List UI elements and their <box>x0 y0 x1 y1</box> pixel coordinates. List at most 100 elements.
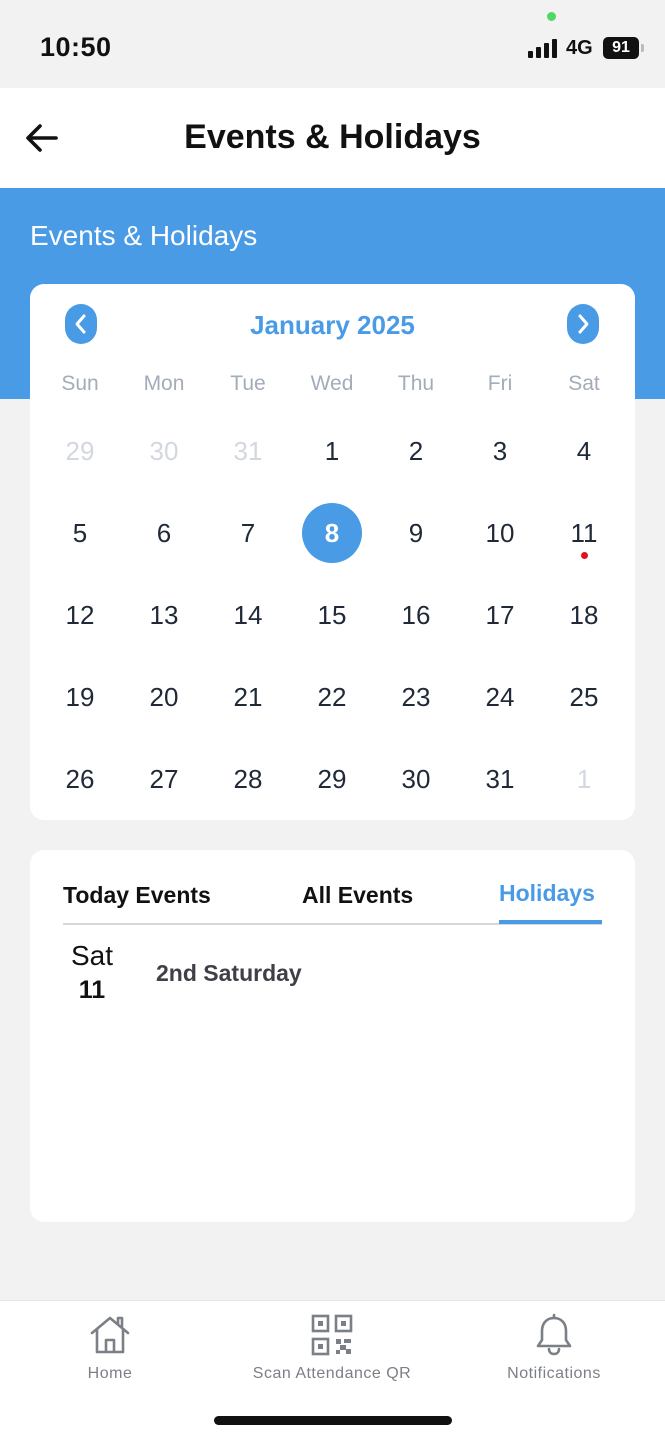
calendar-day[interactable]: 29 <box>290 738 374 820</box>
calendar-day[interactable]: 26 <box>38 738 122 820</box>
calendar-day[interactable]: 11 <box>542 492 626 574</box>
calendar-day[interactable]: 3 <box>458 410 542 492</box>
weekday-label: Fri <box>487 372 513 395</box>
calendar-day[interactable]: 23 <box>374 656 458 738</box>
status-bar: 10:50 4G 91 <box>0 0 665 88</box>
calendar-day-number: 1 <box>576 763 592 794</box>
calendar-day[interactable]: 19 <box>38 656 122 738</box>
network-label: 4G <box>566 37 593 59</box>
calendar-day-number: 2 <box>408 435 424 466</box>
calendar-day-number: 8 <box>302 503 362 563</box>
calendar-day-number: 31 <box>485 763 515 794</box>
calendar-day[interactable]: 24 <box>458 656 542 738</box>
events-card: Today Events All Events Holidays Sat 11 … <box>30 850 635 1222</box>
calendar-day-number: 15 <box>317 599 347 630</box>
weekday-label: Thu <box>397 372 435 395</box>
calendar-day[interactable]: 16 <box>374 574 458 656</box>
weekday-header: Sun Mon Tue Wed Thu Fri Sat <box>38 372 626 398</box>
calendar-day-number: 7 <box>240 517 256 548</box>
calendar-day-number: 23 <box>401 681 431 712</box>
calendar-day-number: 12 <box>65 599 95 630</box>
calendar-day-number: 4 <box>576 435 592 466</box>
calendar-day[interactable]: 7 <box>206 492 290 574</box>
weekday-label: Sat <box>568 372 600 395</box>
calendar-day-number: 5 <box>72 517 88 548</box>
tab-today-events[interactable]: Today Events <box>63 882 211 925</box>
calendar-day-number: 30 <box>149 435 179 466</box>
calendar-day-number: 21 <box>233 681 263 712</box>
calendar-day[interactable]: 15 <box>290 574 374 656</box>
calendar-day-number: 19 <box>65 681 95 712</box>
calendar-day-number: 29 <box>65 435 95 466</box>
battery-tip <box>641 44 644 52</box>
calendar-day-number: 30 <box>401 763 431 794</box>
holiday-day: 11 <box>78 976 106 1004</box>
calendar-day-number: 24 <box>485 681 515 712</box>
holiday-marker-dot <box>581 552 588 559</box>
next-month-button[interactable] <box>567 304 599 344</box>
home-icon <box>90 1316 130 1354</box>
camera-indicator-dot <box>547 12 556 21</box>
calendar-card: January 2025 Sun Mon Tue Wed Thu Fri Sat… <box>30 284 635 820</box>
calendar-day[interactable]: 4 <box>542 410 626 492</box>
calendar-day[interactable]: 30 <box>122 410 206 492</box>
weekday-label: Wed <box>310 372 354 395</box>
calendar-day[interactable]: 27 <box>122 738 206 820</box>
nav-home-label: Home <box>87 1365 133 1382</box>
calendar-day[interactable]: 17 <box>458 574 542 656</box>
calendar-day[interactable]: 21 <box>206 656 290 738</box>
tab-holidays[interactable]: Holidays <box>499 880 595 923</box>
calendar-day[interactable]: 13 <box>122 574 206 656</box>
nav-notifications[interactable]: Notifications <box>454 1313 654 1393</box>
page-title: Events & Holidays <box>184 118 481 156</box>
calendar-day-number: 1 <box>324 435 340 466</box>
calendar-day-number: 13 <box>149 599 179 630</box>
calendar-day-number: 27 <box>149 763 179 794</box>
calendar-day[interactable]: 1 <box>542 738 626 820</box>
calendar-day[interactable]: 1 <box>290 410 374 492</box>
chevron-right-icon <box>578 314 589 334</box>
holiday-list-item[interactable]: Sat 11 2nd Saturday <box>68 940 588 1010</box>
calendar-day[interactable]: 25 <box>542 656 626 738</box>
nav-scan-qr[interactable]: Scan Attendance QR <box>232 1313 432 1393</box>
app-header: Events & Holidays <box>0 88 665 188</box>
calendar-day[interactable]: 31 <box>206 410 290 492</box>
tab-all-events[interactable]: All Events <box>302 882 413 925</box>
holiday-weekday: Sat <box>70 940 114 971</box>
calendar-day[interactable]: 22 <box>290 656 374 738</box>
calendar-day-number: 20 <box>149 681 179 712</box>
calendar-day[interactable]: 6 <box>122 492 206 574</box>
calendar-day-number: 29 <box>317 763 347 794</box>
calendar-day[interactable]: 18 <box>542 574 626 656</box>
calendar-day[interactable]: 14 <box>206 574 290 656</box>
calendar-day[interactable]: 30 <box>374 738 458 820</box>
home-indicator <box>214 1416 452 1425</box>
calendar-day-number: 31 <box>233 435 263 466</box>
battery-icon: 91 <box>603 37 639 59</box>
calendar-day[interactable]: 5 <box>38 492 122 574</box>
calendar-grid: 29 30 31 1 2 3 4 5 6 7 8 9 10 11 12 13 14 15 16 17 18 19 20 21 2… <box>38 410 626 820</box>
calendar-day[interactable]: 29 <box>38 410 122 492</box>
nav-home[interactable]: Home <box>10 1313 210 1393</box>
calendar-day-selected[interactable]: 8 <box>290 492 374 574</box>
calendar-day[interactable]: 9 <box>374 492 458 574</box>
calendar-day[interactable]: 12 <box>38 574 122 656</box>
bell-icon <box>536 1313 572 1356</box>
events-tabs: Today Events All Events Holidays <box>63 878 602 925</box>
calendar-day[interactable]: 2 <box>374 410 458 492</box>
calendar-day[interactable]: 10 <box>458 492 542 574</box>
calendar-day-number: 18 <box>569 599 599 630</box>
calendar-day[interactable]: 28 <box>206 738 290 820</box>
qr-code-icon <box>311 1314 353 1356</box>
calendar-day-number: 3 <box>492 435 508 466</box>
month-label: January 2025 <box>250 310 415 340</box>
calendar-day-number: 14 <box>233 599 263 630</box>
calendar-day-number: 17 <box>485 599 515 630</box>
calendar-day-number: 28 <box>233 763 263 794</box>
calendar-day[interactable]: 20 <box>122 656 206 738</box>
status-time: 10:50 <box>40 32 112 62</box>
calendar-day-number: 11 <box>570 517 598 548</box>
calendar-day[interactable]: 31 <box>458 738 542 820</box>
calendar-day-number: 22 <box>317 681 347 712</box>
calendar-day-number: 6 <box>156 517 172 548</box>
